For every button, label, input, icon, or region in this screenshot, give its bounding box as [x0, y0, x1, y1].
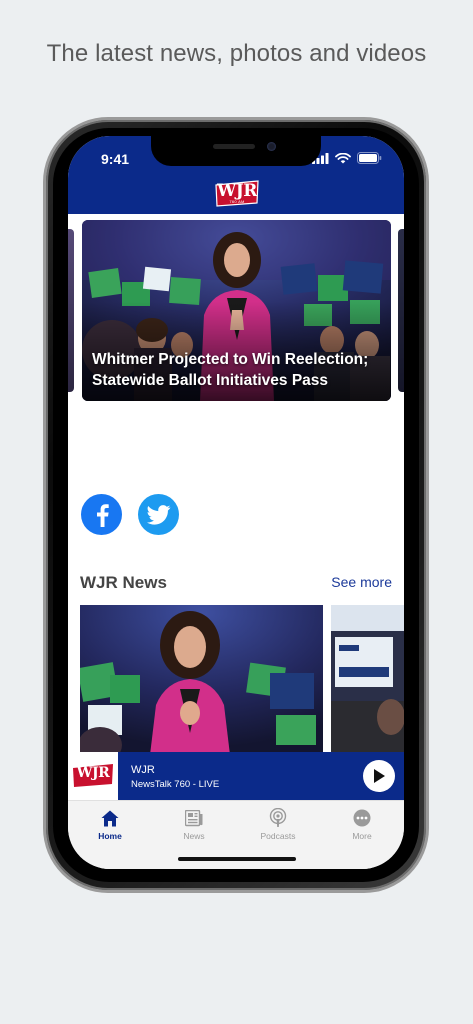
player-stream-name: NewsTalk 760 - LIVE — [131, 779, 220, 790]
tab-bar: Home News Podcasts More — [68, 800, 404, 869]
tab-podcasts[interactable]: Podcasts — [248, 807, 308, 841]
now-playing-bar[interactable]: WJR WJR NewsTalk 760 - LIVE — [68, 752, 404, 800]
see-more-link[interactable]: See more — [331, 574, 392, 590]
hero-story-card[interactable]: Whitmer Projected to Win Reelection; Sta… — [82, 220, 391, 401]
carousel-next-peek[interactable] — [398, 229, 404, 392]
battery-icon — [357, 152, 382, 164]
home-icon — [101, 810, 119, 826]
news-card[interactable] — [80, 605, 323, 755]
play-icon — [374, 769, 385, 783]
phone-screen: 9:41 WJR 760 AM Whitmer Projected to Win… — [68, 136, 404, 869]
status-time: 9:41 — [101, 151, 130, 167]
player-logo-text: WJR — [76, 765, 110, 781]
news-icon — [185, 809, 203, 826]
wjr-logo[interactable]: WJR 760 AM — [213, 179, 261, 209]
page-headline: The latest news, photos and videos — [46, 40, 427, 67]
tab-more[interactable]: More — [332, 807, 392, 841]
news-card-next-photo — [331, 605, 404, 755]
speaker-grille — [213, 144, 255, 149]
facebook-icon — [96, 503, 109, 527]
phone-notch — [151, 136, 321, 166]
front-camera — [267, 142, 276, 151]
player-station-logo: WJR — [68, 752, 118, 800]
news-card-photo — [80, 605, 323, 755]
twitter-button[interactable] — [138, 494, 179, 535]
tab-home-label: Home — [98, 831, 122, 841]
tab-home[interactable]: Home — [80, 807, 140, 841]
player-station-name: WJR — [131, 764, 155, 776]
podcasts-icon — [269, 808, 287, 827]
tab-news[interactable]: News — [164, 807, 224, 841]
twitter-icon — [146, 504, 170, 525]
facebook-button[interactable] — [81, 494, 122, 535]
play-button[interactable] — [363, 760, 395, 792]
wifi-icon — [335, 152, 351, 163]
news-card-next[interactable] — [331, 605, 404, 755]
logo-subtext: 760 AM — [229, 199, 245, 204]
home-indicator — [178, 857, 296, 861]
section-title: WJR News — [80, 573, 167, 592]
logo-text: WJR — [217, 181, 257, 201]
more-icon — [353, 809, 371, 827]
hero-caption[interactable]: Whitmer Projected to Win Reelection; Sta… — [92, 349, 382, 391]
tab-more-label: More — [352, 831, 372, 841]
tab-podcasts-label: Podcasts — [260, 831, 296, 841]
carousel-prev-peek[interactable] — [68, 229, 74, 392]
social-links — [81, 494, 179, 535]
tab-news-label: News — [183, 831, 205, 841]
status-icons — [312, 152, 382, 164]
